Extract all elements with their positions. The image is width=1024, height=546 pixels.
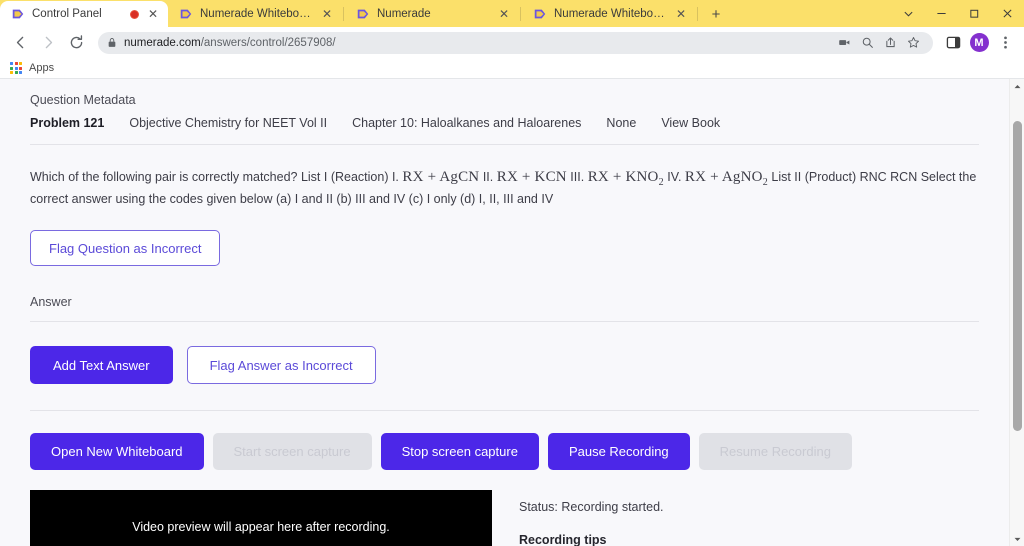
video-preview-text: Video preview will appear here after rec… (132, 520, 390, 535)
bookmark-star-icon[interactable] (903, 32, 924, 53)
scrollbar-thumb[interactable] (1013, 121, 1022, 431)
window-close-icon[interactable] (991, 0, 1024, 27)
chrome-menu-icon[interactable] (993, 31, 1017, 55)
tab-title: Numerade (377, 8, 431, 20)
recording-actions-row: Open New Whiteboard Start screen capture… (30, 411, 979, 490)
recording-status-text: Status: Recording started. (519, 500, 664, 515)
tab-divider (343, 6, 344, 21)
tab-divider (697, 6, 698, 21)
reload-button-icon[interactable] (63, 30, 89, 56)
flag-answer-as-incorrect-button[interactable]: Flag Answer as Incorrect (186, 346, 376, 385)
tab-close-icon[interactable]: ✕ (146, 7, 160, 21)
browser-tab-numerade-whiteboard-2[interactable]: Numerade Whiteboard ✕ (522, 1, 696, 27)
tab-title: Numerade Whiteboard (554, 8, 667, 20)
status-column: Status: Recording started. Recording tip… (519, 490, 979, 546)
question-part-2: II. (482, 170, 494, 184)
tab-search-chevron-down-icon[interactable] (892, 0, 925, 27)
tab-divider (520, 6, 521, 21)
reaction-formula-3-sub: 2 (658, 177, 664, 188)
window-maximize-icon[interactable] (958, 0, 991, 27)
add-text-answer-button[interactable]: Add Text Answer (30, 346, 173, 385)
open-new-whiteboard-button[interactable]: Open New Whiteboard (30, 433, 204, 471)
tab-strip: Control Panel ✕ Numerade Whiteboard ✕ Nu… (0, 0, 1024, 27)
window-minimize-icon[interactable] (925, 0, 958, 27)
lock-icon (107, 37, 117, 48)
page-content: Question Metadata Problem 121 Objective … (0, 79, 1009, 546)
scroll-down-arrow-icon[interactable] (1010, 532, 1024, 546)
reaction-formula-3-base: RX + KNO (587, 169, 659, 185)
tab-close-icon[interactable]: ✕ (674, 7, 688, 21)
browser-tab-numerade-whiteboard-1[interactable]: Numerade Whiteboard ✕ (168, 1, 342, 27)
view-book-link[interactable]: View Book (661, 116, 720, 130)
back-button-icon[interactable] (7, 30, 33, 56)
screencast-icon[interactable] (834, 32, 855, 53)
bookmarks-bar: Apps (0, 58, 1024, 79)
answer-actions-row: Add Text Answer Flag Answer as Incorrect (30, 322, 979, 410)
question-part-4: IV. (667, 170, 682, 184)
tab-title: Numerade Whiteboard (200, 8, 313, 20)
share-icon[interactable] (880, 32, 901, 53)
url-host: numerade.com (124, 36, 201, 49)
browser-window: Control Panel ✕ Numerade Whiteboard ✕ Nu… (0, 0, 1024, 546)
scroll-up-arrow-icon[interactable] (1010, 79, 1024, 93)
forward-button-icon[interactable] (35, 30, 61, 56)
chapter-title: Chapter 10: Haloalkanes and Haloarenes (352, 116, 582, 130)
question-metadata-label: Question Metadata (30, 93, 136, 107)
reaction-formula-4-sub: 2 (762, 177, 768, 188)
question-part-1: Which of the following pair is correctly… (30, 170, 399, 184)
numerade-favicon-icon (179, 7, 193, 21)
page-scrollbar[interactable] (1009, 79, 1024, 546)
numerade-favicon-icon (356, 7, 370, 21)
question-text: Which of the following pair is correctly… (30, 145, 979, 209)
recording-indicator-icon (130, 9, 139, 19)
side-panel-icon[interactable] (941, 31, 965, 55)
tab-close-icon[interactable]: ✕ (320, 7, 334, 21)
window-controls (892, 0, 1024, 27)
address-bar-actions (834, 32, 924, 53)
resume-recording-button: Resume Recording (698, 433, 852, 471)
numerade-favicon-icon (11, 7, 25, 21)
browser-tab-control-panel[interactable]: Control Panel ✕ (0, 1, 168, 27)
video-preview-panel: Video preview will appear here after rec… (30, 490, 492, 546)
question-part-3: III. (570, 170, 585, 184)
address-bar-url: numerade.com/answers/control/2657908/ (124, 37, 336, 49)
page-viewport: Question Metadata Problem 121 Objective … (0, 79, 1024, 546)
avatar-initial: M (969, 33, 989, 52)
address-bar[interactable]: numerade.com/answers/control/2657908/ (98, 31, 933, 54)
answer-section-label: Answer (30, 295, 72, 310)
browser-tab-numerade[interactable]: Numerade ✕ (345, 1, 519, 27)
start-screen-capture-button: Start screen capture (212, 433, 372, 471)
tab-title: Control Panel (32, 8, 102, 20)
reaction-formula-4: RX + AgNO2 (684, 169, 768, 188)
section-value: None (606, 116, 637, 130)
pause-recording-button[interactable]: Pause Recording (547, 433, 690, 471)
reaction-formula-3: RX + KNO2 (587, 169, 664, 188)
apps-grid-icon[interactable] (10, 62, 22, 74)
question-metadata-row: Problem 121 Objective Chemistry for NEET… (30, 116, 979, 144)
numerade-favicon-icon (533, 7, 547, 21)
flag-question-as-incorrect-button[interactable]: Flag Question as Incorrect (30, 230, 221, 267)
preview-and-status-row: Video preview will appear here after rec… (30, 490, 979, 546)
bookmark-apps-label[interactable]: Apps (29, 62, 54, 74)
search-icon[interactable] (857, 32, 878, 53)
stop-screen-capture-button[interactable]: Stop screen capture (380, 433, 539, 471)
reaction-formula-1: RX + AgCN (402, 169, 480, 185)
url-path: /answers/control/2657908/ (200, 36, 336, 49)
new-tab-button[interactable]: + (703, 1, 729, 27)
book-title: Objective Chemistry for NEET Vol II (129, 116, 328, 130)
problem-number: Problem 121 (30, 116, 105, 130)
flag-question-row: Flag Question as Incorrect (30, 209, 979, 267)
profile-avatar[interactable]: M (967, 31, 991, 55)
recording-tips-title: Recording tips (519, 533, 607, 546)
browser-toolbar: numerade.com/answers/control/2657908/ M (0, 27, 1024, 58)
reaction-formula-2: RX + KCN (496, 169, 567, 185)
tab-close-icon[interactable]: ✕ (497, 7, 511, 21)
reaction-formula-4-base: RX + AgNO (684, 169, 763, 185)
